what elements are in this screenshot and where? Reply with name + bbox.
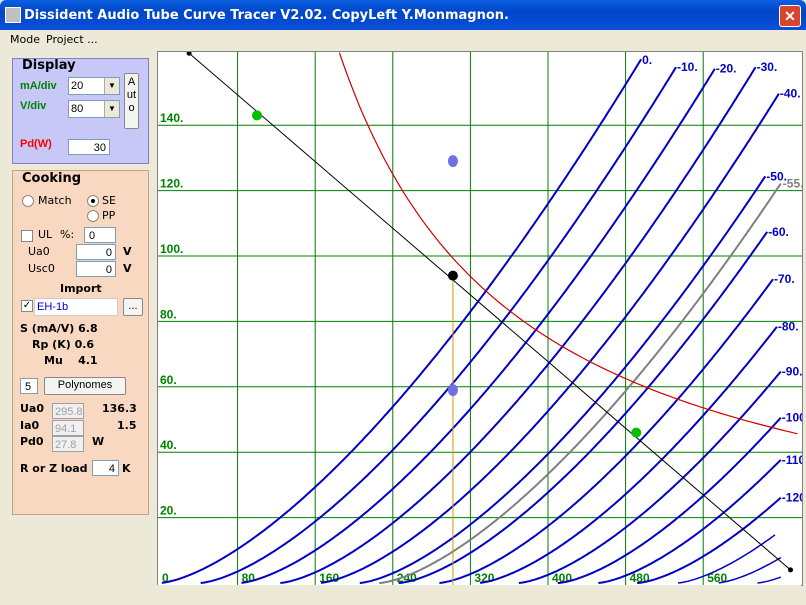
ua0-out-value: 136.3 (102, 402, 137, 415)
status-strip (157, 585, 801, 599)
se-radio[interactable] (87, 195, 99, 207)
ul-input[interactable]: 0 (84, 227, 116, 243)
y-tick-label: 140. (160, 111, 183, 125)
curve-chart: 0. 80 160 240 320 400 480 56020.40.60.80.100.12… (158, 50, 806, 585)
grid-voltage-label: -120. (782, 491, 802, 505)
ul-label: UL (38, 228, 53, 241)
menu-project[interactable]: Project ... (46, 33, 98, 46)
ul-checkbox[interactable] (21, 230, 33, 242)
grid-voltage-label: -100. (782, 411, 802, 425)
grid-voltage-label: -80. (778, 320, 799, 334)
chevron-down-icon: ▼ (104, 101, 119, 117)
close-button[interactable]: ✕ (779, 5, 801, 27)
app-icon (5, 7, 21, 23)
ua0-unit: V (123, 245, 132, 258)
y-tick-label: 60. (160, 373, 177, 387)
title-bar: Dissident Audio Tube Curve Tracer V2.02.… (0, 0, 806, 30)
match-label: Match (38, 194, 72, 207)
y-tick-label: 40. (160, 438, 177, 452)
curve-plot[interactable]: 0. 80 160 240 320 400 480 560 20. 40. 60. 80. 100. 12… (157, 50, 806, 586)
ua0-label: Ua0 (28, 245, 50, 258)
match-radio[interactable] (22, 195, 34, 207)
operating-curve-label: -55.1 (783, 177, 802, 191)
menu-mode[interactable]: Mode (10, 33, 40, 46)
import-label: Import (60, 282, 102, 295)
plate-curve (479, 326, 778, 584)
mu-value: Mu 4.1 (44, 354, 98, 367)
signal-min-point (631, 427, 642, 438)
pd0-unit: W (92, 435, 105, 448)
swing-upper-point (447, 155, 458, 168)
plate-curve (718, 556, 782, 584)
ma-div-label: mA/div (20, 80, 57, 92)
grid-voltage-label: -110. (782, 453, 802, 467)
usc0-label: Usc0 (28, 262, 55, 275)
y-tick-label: 20. (160, 504, 177, 518)
swing-lower-point (447, 384, 458, 397)
operating-point (447, 270, 458, 281)
menu-bar: Mode Project ... (4, 30, 802, 48)
chevron-down-icon: ▼ (104, 78, 119, 94)
signal-max-point (252, 110, 262, 121)
cooking-title: Cooking (22, 171, 82, 186)
ua0-out-box: 295.8 (52, 403, 84, 419)
y-tick-label: 120. (160, 177, 183, 191)
load-line-endpoint (788, 567, 793, 573)
load-unit: K (122, 462, 131, 475)
s-value: S (mA/V) 6.8 (20, 322, 98, 335)
display-title: Display (22, 58, 76, 73)
plate-curve (757, 576, 782, 584)
plate-curve (518, 370, 782, 584)
grid-voltage-label: -30. (757, 60, 778, 74)
plate-curve (359, 175, 767, 584)
v-div-label: V/div (20, 100, 47, 112)
v-div-select[interactable]: 80 ▼ (68, 100, 120, 118)
pp-radio[interactable] (87, 210, 99, 222)
grid-voltage-label: -60. (768, 225, 789, 239)
ul-percent-label: %: (60, 228, 75, 241)
y-tick-label: 80. (160, 307, 177, 321)
grid-voltage-label: -70. (774, 272, 795, 286)
grid-voltage-label: -40. (780, 87, 801, 101)
plate-curve (200, 66, 677, 584)
grid-voltage-label: -20. (716, 62, 737, 76)
se-label: SE (102, 194, 116, 207)
usc0-input[interactable]: 0 (76, 261, 116, 277)
y-tick-label: 100. (160, 242, 183, 256)
plate-curve (557, 416, 782, 584)
load-input[interactable]: 4 (92, 460, 119, 476)
ua0-out-label: Ua0 (20, 402, 45, 415)
poly-order-input[interactable]: 5 (20, 378, 38, 394)
ma-div-select[interactable]: 20 ▼ (68, 77, 120, 95)
auto-button[interactable]: Auto (124, 73, 139, 129)
plate-curve (241, 68, 716, 584)
polynomes-button[interactable]: Polynomes (44, 377, 126, 395)
tube-browse-button[interactable]: ... (123, 298, 143, 316)
window-title: Dissident Audio Tube Curve Tracer V2.02.… (24, 8, 509, 23)
ia0-value: 1.5 (117, 419, 137, 432)
ia0-label: Ia0 (20, 419, 40, 432)
tube-checkbox[interactable]: ✓ (21, 300, 33, 312)
pp-label: PP (102, 209, 116, 222)
grid-voltage-label: 0. (642, 53, 652, 67)
load-line (188, 52, 791, 571)
tube-field[interactable]: EH-1b (34, 298, 118, 316)
pd0-box: 27.8 (52, 436, 84, 452)
pd-input[interactable]: 30 (68, 139, 110, 155)
plate-curve (280, 66, 757, 584)
pd-label: Pd(W) (20, 138, 52, 150)
pd0-label: Pd0 (20, 435, 44, 448)
grid-voltage-label: -10. (677, 60, 698, 74)
load-label: R or Z load (20, 462, 88, 475)
ua0-input[interactable]: 0 (76, 244, 116, 260)
usc0-unit: V (123, 262, 132, 275)
rp-value: Rp (K) 0.6 (32, 338, 95, 351)
ia0-box: 94.1 (52, 420, 84, 436)
grid-voltage-label: -90. (782, 365, 802, 379)
